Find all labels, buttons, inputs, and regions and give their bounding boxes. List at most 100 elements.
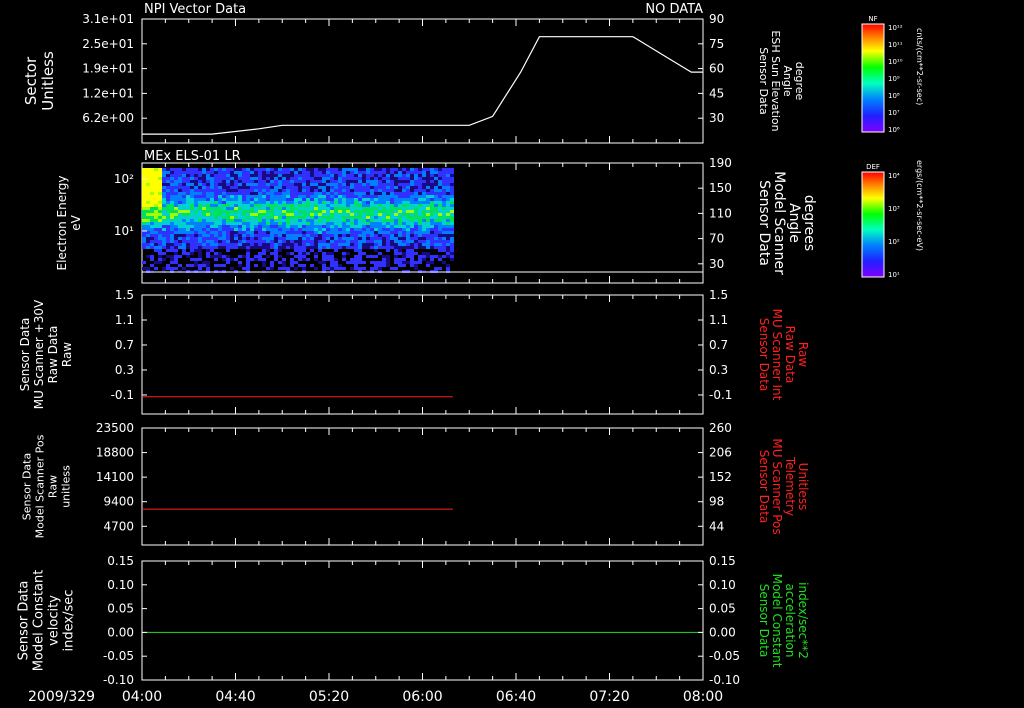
spectrogram-cell <box>374 243 378 246</box>
spectrogram-cell <box>298 198 302 201</box>
spectrogram-cell <box>258 225 262 228</box>
spectrogram-cell <box>394 216 398 219</box>
spectrogram-cell <box>258 219 262 222</box>
spectrogram-cell <box>302 264 306 267</box>
spectrogram-cell <box>338 267 342 270</box>
spectrogram-cell <box>174 192 178 195</box>
spectrogram-cell <box>406 195 410 198</box>
spectrogram-cell <box>254 237 258 240</box>
spectrogram-cell <box>274 243 278 246</box>
p1-colorbar-tick: 10⁶ <box>888 126 900 134</box>
spectrogram-cell <box>150 183 154 186</box>
spectrogram-cell <box>446 231 450 234</box>
p4-left-tick-label: 23500 <box>96 421 134 435</box>
spectrogram-cell <box>314 174 318 177</box>
spectrogram-cell <box>418 219 422 222</box>
spectrogram-cell <box>398 252 402 255</box>
spectrogram-cell <box>154 246 158 249</box>
spectrogram-cell <box>318 228 322 231</box>
spectrogram-cell <box>410 255 414 258</box>
spectrogram-cell <box>394 198 398 201</box>
spectrogram-cell <box>326 171 330 174</box>
spectrogram-cell <box>186 237 190 240</box>
spectrogram-cell <box>446 207 450 210</box>
spectrogram-cell <box>390 237 394 240</box>
spectrogram-cell <box>162 171 166 174</box>
p3-left-tick-label: 0.3 <box>115 363 134 377</box>
spectrogram-cell <box>206 177 210 180</box>
spectrogram-cell <box>182 183 186 186</box>
spectrogram-cell <box>338 168 342 171</box>
spectrogram-cell <box>158 168 162 171</box>
spectrogram-cell <box>198 210 202 213</box>
spectrogram-cell <box>378 183 382 186</box>
spectrogram-cell <box>310 183 314 186</box>
spectrogram-cell <box>298 204 302 207</box>
spectrogram-cell <box>326 252 330 255</box>
spectrogram-cell <box>210 180 214 183</box>
spectrogram-cell <box>182 267 186 270</box>
spectrogram-cell <box>394 171 398 174</box>
spectrogram-cell <box>394 183 398 186</box>
spectrogram-cell <box>294 267 298 270</box>
spectrogram-cell <box>182 252 186 255</box>
spectrogram-cell <box>386 204 390 207</box>
p1-left-tick-label: 2.5e+01 <box>82 37 134 51</box>
spectrogram-cell <box>346 219 350 222</box>
spectrogram-cell <box>174 231 178 234</box>
spectrogram-cell <box>302 180 306 183</box>
spectrogram-cell <box>266 171 270 174</box>
spectrogram-cell <box>278 177 282 180</box>
spectrogram-cell <box>238 174 242 177</box>
spectrogram-cell <box>450 228 454 231</box>
spectrogram-cell <box>290 234 294 237</box>
spectrogram-cell <box>206 246 210 249</box>
spectrogram-cell <box>422 252 426 255</box>
spectrogram-cell <box>250 237 254 240</box>
spectrogram-cell <box>214 252 218 255</box>
spectrogram-cell <box>450 258 454 261</box>
spectrogram-cell <box>266 180 270 183</box>
spectrogram-cell <box>298 189 302 192</box>
spectrogram-cell <box>282 240 286 243</box>
spectrogram-cell <box>178 183 182 186</box>
spectrogram-cell <box>254 177 258 180</box>
spectrogram-cell <box>198 219 202 222</box>
spectrogram-cell <box>142 183 146 186</box>
spectrogram-cell <box>434 243 438 246</box>
spectrogram-cell <box>310 195 314 198</box>
spectrogram-cell <box>198 207 202 210</box>
spectrogram-cell <box>214 177 218 180</box>
spectrogram-cell <box>290 192 294 195</box>
spectrogram-cell <box>430 201 434 204</box>
spectrogram-cell <box>150 189 154 192</box>
spectrogram-cell <box>378 177 382 180</box>
spectrogram-cell <box>326 189 330 192</box>
spectrogram-cell <box>174 180 178 183</box>
spectrogram-cell <box>366 213 370 216</box>
spectrogram-cell <box>422 258 426 261</box>
spectrogram-cell <box>410 264 414 267</box>
spectrogram-cell <box>306 180 310 183</box>
spectrogram-cell <box>230 180 234 183</box>
spectrogram-cell <box>190 189 194 192</box>
spectrogram-cell <box>354 195 358 198</box>
spectrogram-cell <box>334 189 338 192</box>
spectrogram-cell <box>242 201 246 204</box>
spectrogram-cell <box>290 222 294 225</box>
spectrogram-cell <box>166 174 170 177</box>
spectrogram-cell <box>194 222 198 225</box>
spectrogram-cell <box>430 183 434 186</box>
spectrogram-cell <box>390 210 394 213</box>
spectrogram-cell <box>234 240 238 243</box>
spectrogram-cell <box>430 225 434 228</box>
spectrogram-cell <box>218 207 222 210</box>
spectrogram-cell <box>290 213 294 216</box>
spectrogram-cell <box>194 237 198 240</box>
spectrogram-cell <box>302 246 306 249</box>
spectrogram-cell <box>262 222 266 225</box>
spectrogram-cell <box>162 252 166 255</box>
spectrogram-cell <box>354 198 358 201</box>
p3-right-tick-label: 1.1 <box>709 313 728 327</box>
spectrogram-cell <box>318 180 322 183</box>
